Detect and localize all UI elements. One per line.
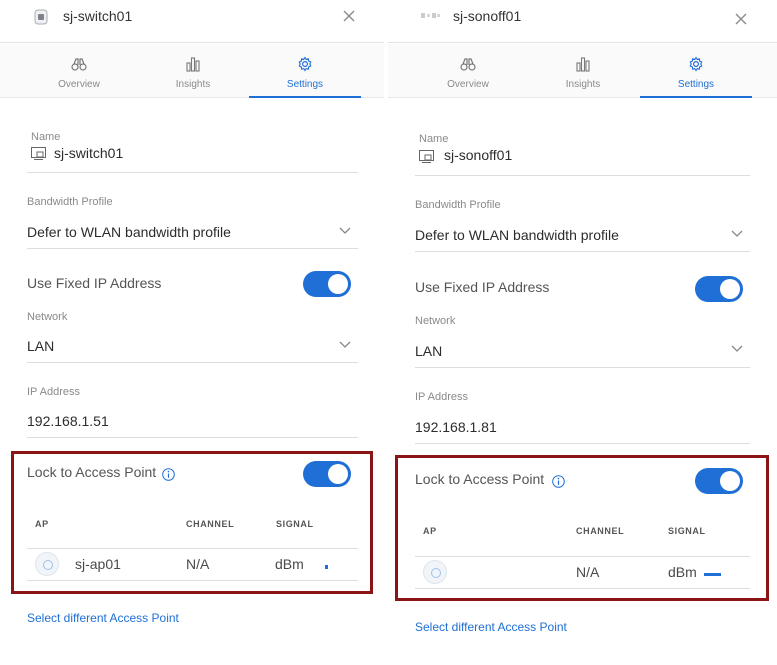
tab-overview-label: Overview (447, 79, 489, 90)
column-header-channel: CHANNEL (186, 519, 235, 529)
ip-address-field[interactable]: 192.168.1.81 (415, 419, 497, 435)
column-header-ap: AP (35, 519, 49, 529)
name-label: Name (419, 133, 449, 145)
column-header-ap: AP (423, 526, 437, 536)
bandwidth-select[interactable]: Defer to WLAN bandwidth profile (27, 224, 231, 240)
tab-insights-label: Insights (175, 79, 211, 90)
close-icon[interactable] (342, 9, 356, 23)
binoculars-icon (71, 58, 87, 71)
bar-chart-icon (186, 57, 200, 72)
panel-header: sj-switch01 (0, 0, 384, 43)
divider (415, 588, 750, 589)
network-select[interactable]: LAN (415, 343, 442, 359)
channel-value: N/A (576, 564, 600, 580)
ip-address-field[interactable]: 192.168.1.51 (27, 413, 109, 429)
tab-insights[interactable]: Insights (137, 44, 249, 98)
fixed-ip-label: Use Fixed IP Address (27, 275, 162, 291)
divider (415, 443, 750, 444)
name-field[interactable]: sj-sonoff01 (444, 147, 512, 163)
name-field[interactable]: sj-switch01 (54, 145, 123, 161)
switch-device-icon (34, 9, 48, 25)
ap-name: sj-ap01 (75, 556, 121, 572)
select-different-ap-link[interactable]: Select different Access Point (27, 611, 179, 625)
divider (415, 175, 750, 176)
ip-address-label: IP Address (27, 386, 80, 398)
lock-to-ap-toggle[interactable] (303, 461, 351, 487)
gear-icon (298, 56, 312, 72)
chevron-down-icon[interactable] (731, 230, 743, 238)
table-row[interactable]: N/A dBm (415, 557, 750, 588)
tab-insights-label: Insights (565, 79, 601, 90)
signal-strength-bar (325, 565, 328, 569)
divider (27, 580, 358, 581)
device-panel-right: sj-sonoff01 Overview Insights Settings N… (388, 0, 777, 665)
signal-value: dBm (275, 556, 304, 572)
device-name-icon (419, 150, 434, 163)
column-header-channel: CHANNEL (576, 526, 625, 536)
lock-to-ap-toggle[interactable] (695, 468, 743, 494)
device-panel-left: sj-switch01 Overview Insights Settings N… (0, 0, 384, 665)
fixed-ip-toggle[interactable] (303, 271, 351, 297)
lock-to-ap-label: Lock to Access Point (415, 471, 545, 487)
divider (27, 248, 358, 249)
tab-insights[interactable]: Insights (527, 44, 639, 98)
network-select[interactable]: LAN (27, 338, 54, 354)
bar-chart-icon (576, 57, 590, 72)
divider (27, 437, 358, 438)
ip-address-label: IP Address (415, 391, 468, 403)
tab-overview[interactable]: Overview (412, 44, 524, 98)
info-icon[interactable] (552, 475, 565, 488)
close-icon[interactable] (734, 12, 748, 26)
lock-to-ap-label: Lock to Access Point (27, 464, 157, 480)
network-label: Network (27, 311, 68, 323)
device-name-icon (31, 147, 46, 160)
chevron-down-icon[interactable] (731, 345, 743, 353)
tab-overview[interactable]: Overview (23, 44, 135, 98)
divider (415, 367, 750, 368)
access-point-icon (35, 552, 59, 576)
divider (27, 362, 358, 363)
tab-overview-label: Overview (58, 79, 100, 90)
chevron-down-icon[interactable] (339, 341, 351, 349)
panel-header: sj-sonoff01 (388, 0, 777, 43)
bandwidth-label: Bandwidth Profile (27, 196, 113, 208)
tab-settings-label: Settings (677, 79, 715, 90)
tab-bar: Overview Insights Settings (388, 44, 777, 98)
tab-settings[interactable]: Settings (249, 44, 361, 98)
name-label: Name (31, 131, 61, 143)
select-different-ap-link[interactable]: Select different Access Point (415, 620, 567, 634)
gear-icon (689, 56, 703, 72)
device-title: sj-switch01 (63, 8, 133, 24)
info-icon[interactable] (162, 468, 175, 481)
fixed-ip-label: Use Fixed IP Address (415, 279, 550, 295)
fixed-ip-toggle[interactable] (695, 276, 743, 302)
channel-value: N/A (186, 556, 210, 572)
device-title: sj-sonoff01 (453, 8, 522, 24)
divider (27, 172, 358, 173)
sonoff-device-icon (421, 13, 440, 18)
bandwidth-label: Bandwidth Profile (415, 199, 501, 211)
column-header-signal: SIGNAL (276, 519, 314, 529)
tab-bar: Overview Insights Settings (0, 44, 384, 98)
table-row[interactable]: sj-ap01 N/A dBm (27, 549, 358, 580)
chevron-down-icon[interactable] (339, 227, 351, 235)
bandwidth-select[interactable]: Defer to WLAN bandwidth profile (415, 227, 619, 243)
binoculars-icon (460, 58, 476, 71)
access-point-icon (423, 560, 447, 584)
tab-settings-label: Settings (286, 79, 324, 90)
column-header-signal: SIGNAL (668, 526, 706, 536)
signal-value: dBm (668, 564, 697, 580)
divider (415, 251, 750, 252)
network-label: Network (415, 315, 456, 327)
signal-strength-bar (704, 573, 721, 576)
tab-settings[interactable]: Settings (640, 44, 752, 98)
